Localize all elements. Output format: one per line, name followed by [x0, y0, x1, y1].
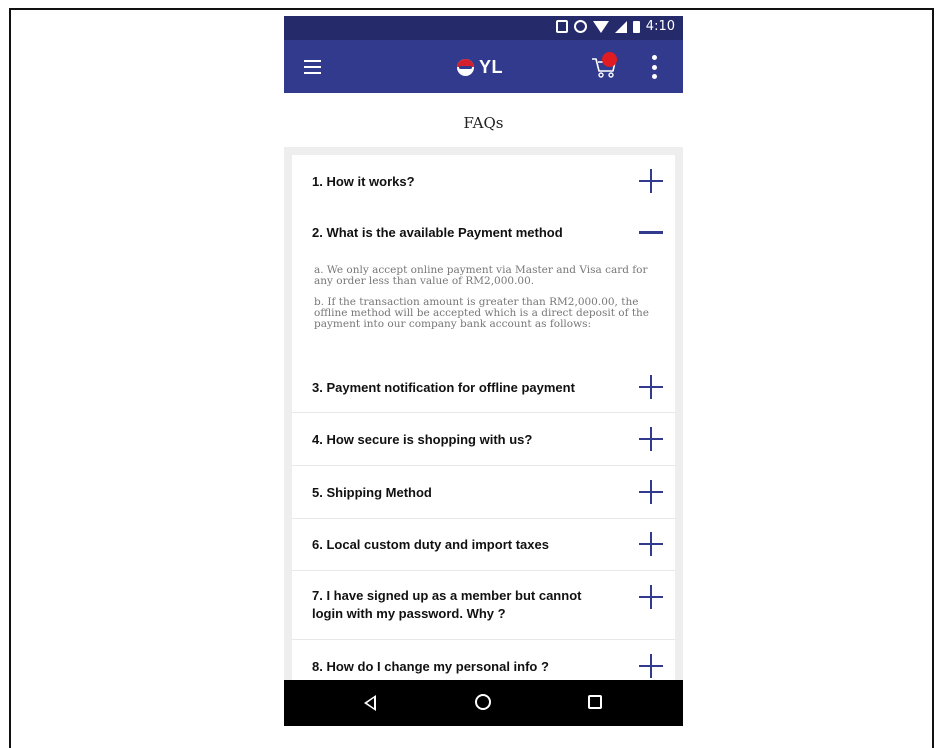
- wifi-icon: [592, 20, 609, 33]
- more-vert-icon[interactable]: [652, 55, 658, 79]
- signal-icon: [614, 20, 627, 33]
- faq-question: 5. Shipping Method: [312, 485, 432, 500]
- back-triangle-icon[interactable]: [364, 695, 376, 711]
- plus-icon[interactable]: [639, 585, 663, 609]
- logo-text: YL: [479, 57, 504, 77]
- faq-answer-b: b. If the transaction amount is greater …: [314, 296, 650, 330]
- faq-item-8[interactable]: 8. How do I change my personal info ?: [292, 640, 675, 680]
- faq-item-2[interactable]: 2. What is the available Payment method …: [292, 207, 675, 363]
- faq-question: 2. What is the available Payment method: [312, 225, 563, 240]
- recents-square-icon[interactable]: [588, 695, 602, 709]
- vibrate-icon: [555, 20, 568, 33]
- plus-icon[interactable]: [639, 169, 663, 193]
- home-circle-icon[interactable]: [475, 694, 491, 710]
- faq-question: 6. Local custom duty and import taxes: [312, 537, 549, 552]
- logo-ball-icon: [457, 59, 474, 76]
- faq-item-7[interactable]: 7. I have signed up as a member but cann…: [292, 571, 675, 640]
- cart-icon[interactable]: [591, 52, 619, 80]
- plus-icon[interactable]: [639, 654, 663, 678]
- plus-icon[interactable]: [639, 375, 663, 399]
- faq-list: 1. How it works? 2. What is the availabl…: [292, 155, 675, 680]
- faq-item-6[interactable]: 6. Local custom duty and import taxes: [292, 519, 675, 571]
- plus-icon[interactable]: [639, 480, 663, 504]
- faq-answer-a: a. We only accept online payment via Mas…: [314, 264, 648, 287]
- plus-icon[interactable]: [639, 532, 663, 556]
- faq-item-1[interactable]: 1. How it works?: [292, 155, 675, 207]
- minus-icon[interactable]: [639, 220, 663, 244]
- status-time: 4:10: [645, 19, 675, 34]
- page-title: FAQs: [463, 114, 504, 132]
- faq-question: 3. Payment notification for offline paym…: [312, 380, 575, 395]
- alarm-icon: [573, 20, 587, 33]
- faq-question: 7. I have signed up as a member but cann…: [312, 588, 582, 621]
- battery-icon: [632, 20, 640, 33]
- plus-icon[interactable]: [639, 427, 663, 451]
- cart-badge: [602, 52, 617, 67]
- faq-question: 8. How do I change my personal info ?: [312, 659, 549, 674]
- menu-icon[interactable]: [304, 60, 321, 74]
- faq-item-3[interactable]: 3. Payment notification for offline paym…: [292, 363, 675, 413]
- app-bar: YL: [284, 40, 683, 93]
- faq-question: 1. How it works?: [312, 174, 415, 189]
- faq-item-4[interactable]: 4. How secure is shopping with us?: [292, 413, 675, 466]
- status-bar: 4:10: [284, 16, 683, 40]
- faq-item-5[interactable]: 5. Shipping Method: [292, 466, 675, 519]
- phone-screen: 4:10 YL FAQs 1. How it works? 2. What is…: [284, 16, 683, 726]
- app-logo[interactable]: YL: [457, 57, 503, 78]
- faq-question: 4. How secure is shopping with us?: [312, 432, 533, 447]
- system-nav-bar: [284, 680, 683, 726]
